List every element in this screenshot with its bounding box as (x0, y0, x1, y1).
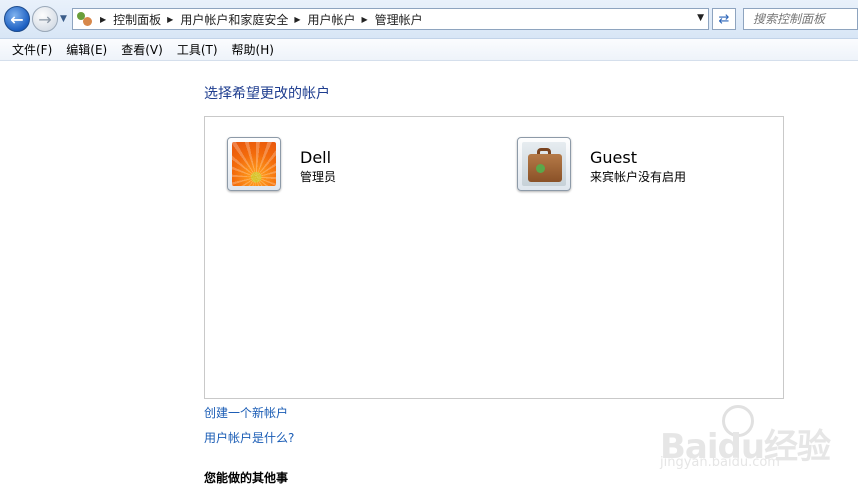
forward-arrow-icon: → (38, 9, 52, 29)
breadcrumb-chevron-icon[interactable]: ▶ (294, 15, 300, 24)
account-picture-frame[interactable] (227, 137, 281, 191)
breadcrumb-control-panel[interactable]: 控制面板 (113, 11, 161, 28)
orange-flower-picture (232, 142, 276, 186)
breadcrumb-chevron-icon[interactable]: ▶ (167, 15, 173, 24)
what-is-user-account-link[interactable]: 用户帐户是什么? (204, 429, 294, 446)
account-dell[interactable]: Dell 管理员 (227, 137, 336, 197)
refresh-icon: ⇄ (718, 11, 730, 27)
watermark-url: jingyan.baidu.com (660, 455, 780, 470)
menu-view[interactable]: 查看(V) (114, 41, 170, 58)
back-arrow-icon: ← (10, 9, 24, 29)
page-title: 选择希望更改的帐户 (204, 86, 330, 102)
menu-help[interactable]: 帮助(H) (225, 41, 281, 58)
back-button[interactable]: ← (4, 6, 30, 32)
suitcase-picture (522, 142, 566, 186)
menu-bar: 文件(F) 编辑(E) 查看(V) 工具(T) 帮助(H) (0, 39, 858, 61)
breadcrumb-chevron-icon[interactable]: ▶ (362, 15, 368, 24)
accounts-panel: Dell 管理员 Guest 来宾帐户没有启用 (204, 116, 784, 399)
other-tasks-heading: 您能做的其他事 (204, 471, 289, 485)
breadcrumb-manage-accounts[interactable]: 管理帐户 (375, 11, 423, 28)
breadcrumb-chevron-icon[interactable]: ▶ (100, 15, 106, 24)
account-name[interactable]: Guest (590, 147, 686, 169)
baidu-watermark: Baidu经验 jingyan.baidu.com (660, 405, 855, 485)
account-type: 来宾帐户没有启用 (590, 170, 687, 184)
recent-pages-dropdown-icon[interactable]: ▼ (60, 14, 67, 24)
forward-button[interactable]: → (32, 6, 58, 32)
menu-tools[interactable]: 工具(T) (170, 41, 225, 58)
refresh-button[interactable]: ⇄ (712, 8, 736, 30)
create-new-account-link[interactable]: 创建一个新帐户 (204, 404, 288, 421)
breadcrumb-user-accounts-family[interactable]: 用户帐户和家庭安全 (180, 11, 288, 28)
account-picture-frame[interactable] (517, 137, 571, 191)
address-bar[interactable]: ▶ 控制面板 ▶ 用户帐户和家庭安全 ▶ 用户帐户 ▶ 管理帐户 ▼ (72, 8, 709, 30)
account-guest[interactable]: Guest 来宾帐户没有启用 (517, 137, 686, 197)
account-name[interactable]: Dell (300, 147, 336, 169)
account-type: 管理员 (300, 170, 337, 184)
menu-file[interactable]: 文件(F) (5, 41, 59, 58)
search-input[interactable] (743, 8, 858, 30)
address-toolbar: ← → ▼ ▶ 控制面板 ▶ 用户帐户和家庭安全 ▶ 用户帐户 ▶ 管理帐户 ▼… (0, 0, 858, 39)
breadcrumb-user-accounts[interactable]: 用户帐户 (308, 11, 356, 28)
menu-edit[interactable]: 编辑(E) (59, 41, 114, 58)
users-icon (76, 11, 94, 27)
address-dropdown-icon[interactable]: ▼ (697, 13, 704, 23)
